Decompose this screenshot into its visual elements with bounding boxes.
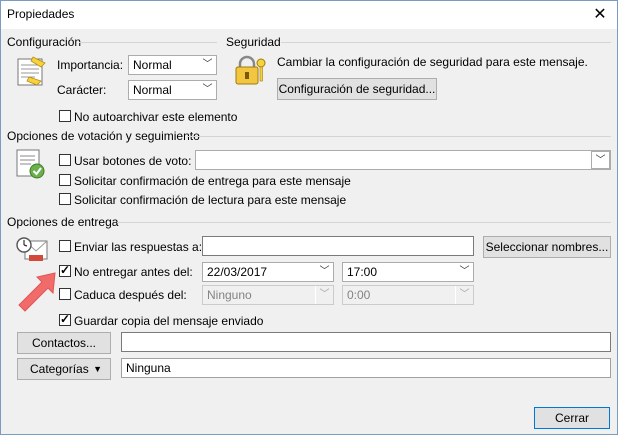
chevron-down-icon: ﹀ (455, 286, 473, 304)
security-divider (281, 42, 611, 43)
security-description: Cambiar la configuración de seguridad pa… (277, 55, 588, 69)
chevron-down-icon: ﹀ (455, 263, 473, 281)
expires-time-value: 0:00 (347, 288, 371, 302)
expires-date-select[interactable]: Ninguno ﹀ (202, 285, 334, 305)
send-replies-checkbox[interactable] (59, 240, 71, 252)
importance-label: Importancia: (57, 58, 124, 72)
deliver-time-value: 17:00 (347, 265, 378, 279)
config-divider (79, 42, 217, 43)
contacts-button[interactable]: Contactos... (17, 332, 111, 354)
read-receipt-checkbox[interactable] (59, 193, 71, 205)
select-names-button[interactable]: Seleccionar nombres... (483, 236, 611, 258)
chevron-down-icon: ﹀ (315, 286, 333, 304)
read-receipt-label: Solicitar confirmación de lectura para e… (74, 193, 347, 207)
title-bar: Propiedades ✕ (1, 1, 617, 29)
no-autoarchive-checkbox[interactable] (59, 110, 71, 122)
no-autoarchive-label: No autoarchivar este elemento (74, 110, 238, 124)
importance-select[interactable]: Normal ﹀ (128, 55, 217, 75)
importance-value: Normal (133, 58, 172, 72)
categories-value: Ninguna (126, 361, 171, 375)
do-not-deliver-label: No entregar antes del: (74, 265, 193, 279)
categories-field: Ninguna (121, 358, 611, 378)
sensitivity-select[interactable]: Normal ﹀ (128, 80, 217, 100)
delivery-divider (117, 222, 611, 223)
window-title: Propiedades (7, 7, 75, 21)
chevron-down-icon: ﹀ (198, 56, 216, 74)
sensitivity-label: Carácter: (57, 83, 107, 97)
delivery-receipt-label: Solicitar confirmación de entrega para e… (74, 174, 351, 188)
security-heading: Seguridad (226, 35, 281, 49)
properties-dialog: Propiedades ✕ Configuración Importancia:… (0, 0, 618, 435)
expires-time-select[interactable]: 0:00 ﹀ (342, 285, 474, 305)
categories-label: Categorías (30, 362, 89, 376)
use-voting-label: Usar botones de voto: (74, 154, 192, 168)
do-not-deliver-checkbox[interactable] (59, 263, 71, 277)
contacts-input[interactable] (121, 332, 611, 352)
pointer-arrow-icon (18, 272, 56, 312)
chevron-down-icon: ﹀ (315, 263, 333, 281)
send-replies-label: Enviar las respuestas a: (74, 240, 203, 254)
lock-key-icon (235, 55, 266, 85)
expires-checkbox[interactable] (59, 288, 71, 300)
security-settings-button[interactable]: Configuración de seguridad... (277, 78, 437, 100)
close-button[interactable]: Cerrar (534, 407, 610, 429)
deliver-time-select[interactable]: 17:00 ﹀ (342, 262, 474, 282)
save-copy-label: Guardar copia del mensaje enviado (74, 314, 264, 328)
expires-date-value: Ninguno (207, 288, 252, 302)
caret-down-icon: ▼ (93, 364, 102, 374)
send-replies-input[interactable] (202, 236, 474, 256)
use-voting-checkbox[interactable] (59, 154, 71, 166)
expires-label: Caduca después del: (74, 288, 187, 302)
voting-buttons-select[interactable]: ﹀ (195, 150, 611, 170)
save-copy-checkbox[interactable] (59, 312, 71, 326)
message-settings-icon (17, 56, 46, 86)
sensitivity-value: Normal (133, 83, 172, 97)
deliver-date-select[interactable]: 22/03/2017 ﹀ (202, 262, 334, 282)
delivery-heading: Opciones de entrega (7, 215, 119, 229)
categories-button[interactable]: Categorías ▼ (17, 358, 111, 380)
chevron-down-icon: ﹀ (198, 81, 216, 99)
voting-divider (187, 136, 611, 137)
deliver-date-value: 22/03/2017 (207, 265, 268, 279)
chevron-down-icon: ﹀ (591, 151, 610, 169)
voting-heading: Opciones de votación y seguimiento (7, 129, 200, 143)
config-heading: Configuración (7, 35, 82, 49)
voting-message-icon (16, 149, 45, 179)
delivery-clock-icon (16, 237, 48, 261)
delivery-receipt-checkbox[interactable] (59, 174, 71, 186)
close-icon[interactable]: ✕ (589, 4, 611, 26)
